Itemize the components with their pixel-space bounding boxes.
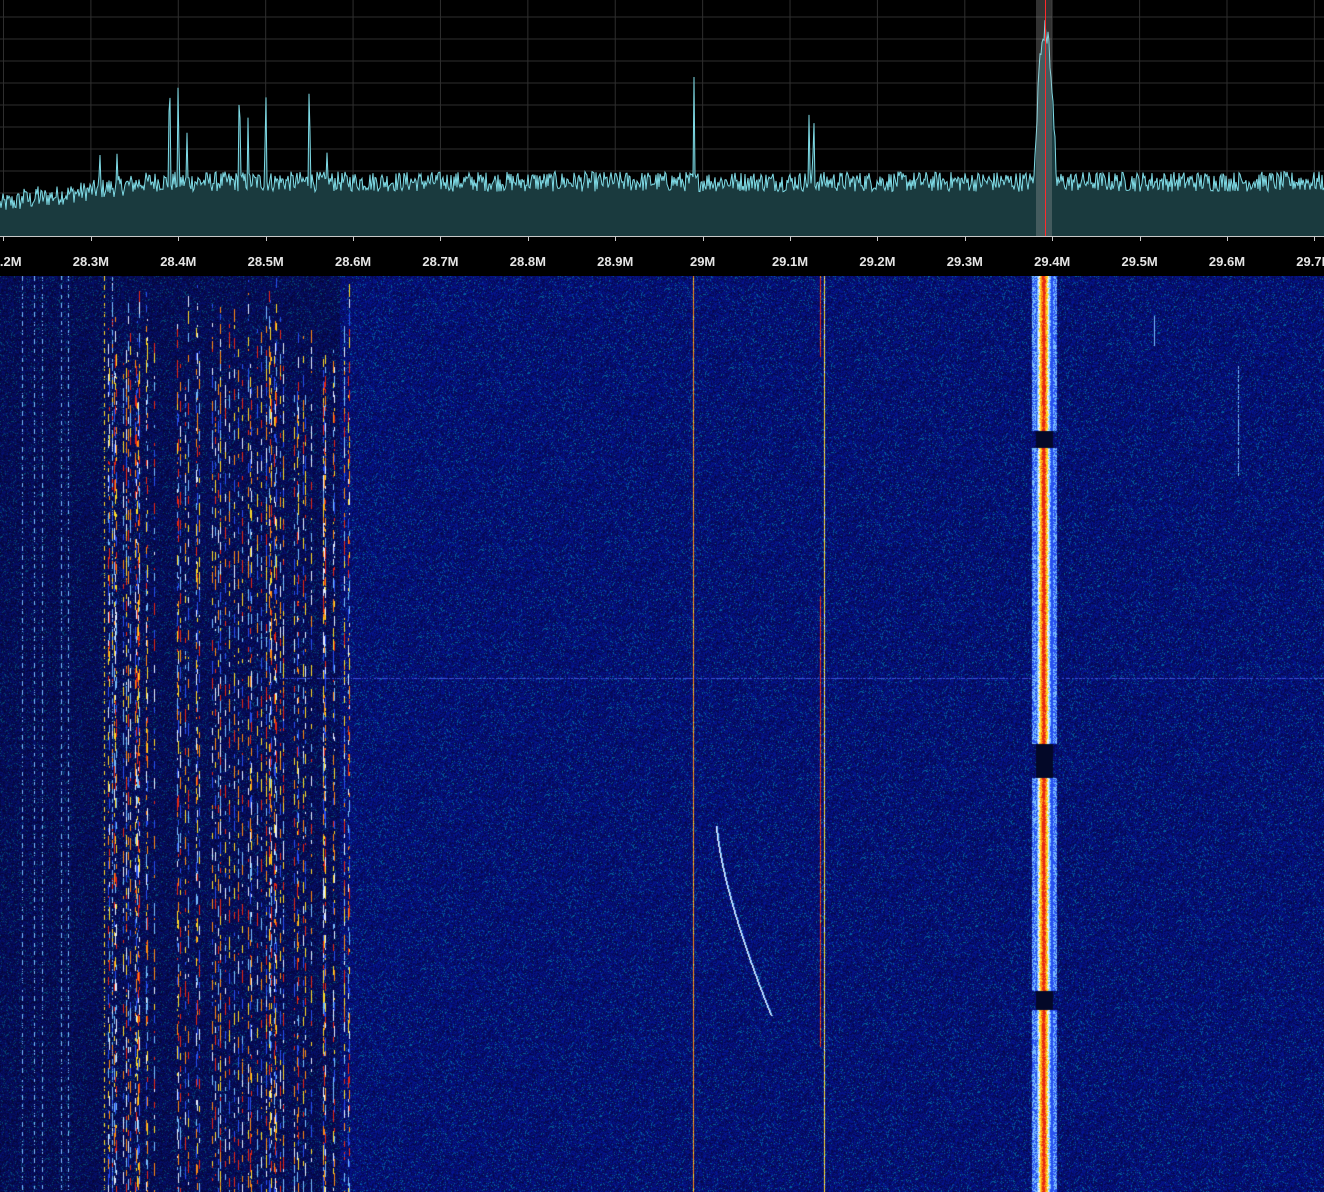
frequency-tick-mark [1052,237,1054,241]
frequency-tick-label: 28.6M [334,254,372,269]
frequency-tick-label: 29M [689,254,716,269]
frequency-tick-label: 29.5M [1121,254,1158,269]
frequency-tick-mark [1139,237,1141,241]
frequency-tick-mark [1314,237,1316,241]
tuning-frequency-marker[interactable] [1045,0,1047,236]
frequency-tick-label: 29.2M [859,254,896,269]
frequency-tick-mark [527,237,529,241]
frequency-tick-mark [964,237,966,241]
frequency-tick-mark [702,237,704,241]
spectrum-fft-plot[interactable] [0,0,1324,236]
frequency-tick-mark [178,237,180,241]
frequency-tick-mark [265,237,267,241]
spectrum-fill [0,20,1324,236]
frequency-tick-mark [1226,237,1228,241]
frequency-tick-mark [90,237,92,241]
frequency-tick-label: 28.2M [0,254,22,269]
frequency-tick-label: 28.8M [509,254,546,269]
frequency-tick-label: 29.7M [1296,254,1324,269]
frequency-tick-label: 28.7M [422,254,459,269]
frequency-tick-mark [440,237,442,241]
frequency-tick-label: 29.4M [1034,254,1071,269]
frequency-tick-label: 28.5M [247,254,284,269]
frequency-tick-mark [877,237,879,241]
frequency-tick-mark [3,237,5,241]
frequency-tick-mark [790,237,792,241]
frequency-tick-mark [353,237,355,241]
frequency-tick-label: 28.4M [160,254,197,269]
frequency-axis[interactable]: 28.2M 28.3M 28.4M 28.5M 28.6M 28.7M 28.8M 28.9M… [0,236,1324,276]
frequency-tick-label: 28.9M [597,254,634,269]
frequency-tick-label: 28.3M [72,254,109,269]
frequency-tick-mark [615,237,617,241]
frequency-tick-label: 29.6M [1208,254,1246,269]
frequency-tick-label: 29.3M [946,254,983,269]
frequency-tick-label: 29.1M [771,254,809,269]
waterfall-display[interactable] [0,276,1324,1192]
